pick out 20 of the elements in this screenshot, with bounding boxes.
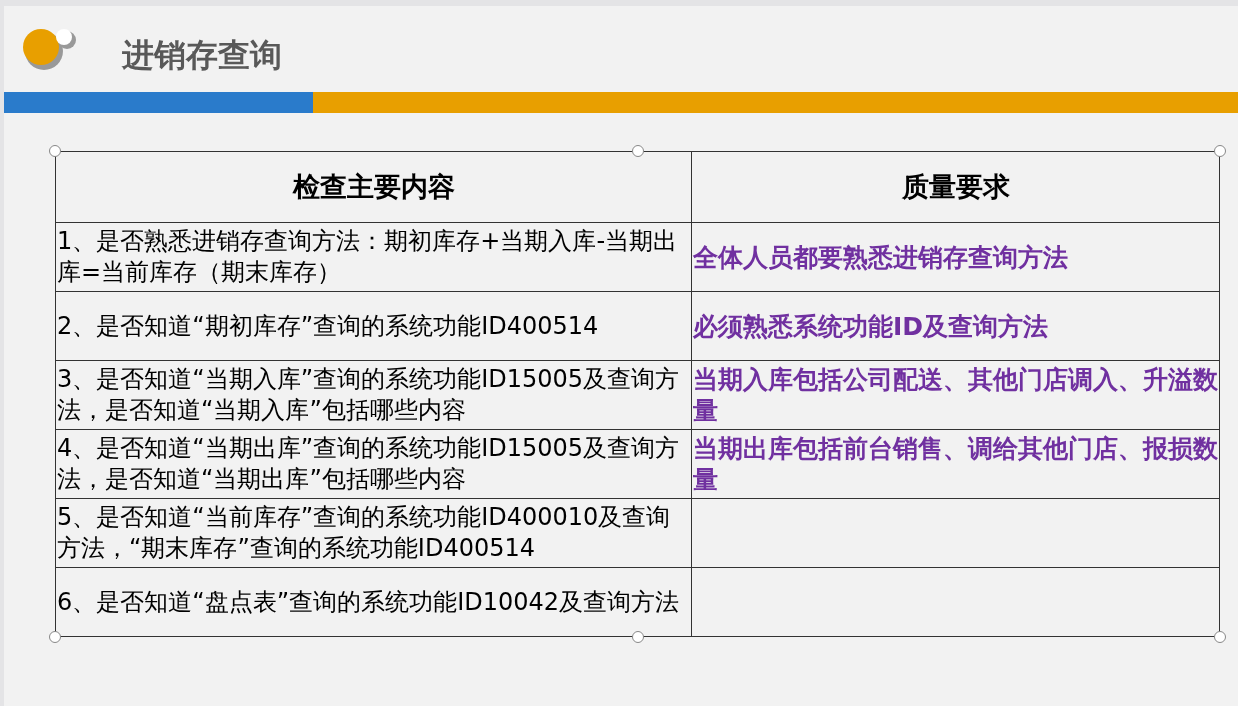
table-cell: 6、是否知道“盘点表”查询的系统功能ID10042及查询方法 [55, 567, 692, 637]
table-cell: 5、是否知道“当前库存”查询的系统功能ID400010及查询方法，“期末库存”查询的系统功能ID400514 [55, 498, 692, 568]
selection-handle[interactable] [631, 145, 644, 157]
table-cell: 1、是否熟悉进销存查询方法：期初库存+当期入库-当期出库=当前库存（期末库存） [55, 222, 692, 292]
slide-title: 进销存查询 [122, 35, 282, 76]
column-header: 检查主要内容 [55, 151, 692, 223]
selection-handle[interactable] [49, 145, 61, 157]
column-header: 质量要求 [691, 151, 1220, 223]
table-cell: 4、是否知道“当期出库”查询的系统功能ID15005及查询方法，是否知道“当期出库”包括哪些内容 [55, 429, 692, 499]
selection-handle[interactable] [1214, 145, 1226, 157]
table-cell: 当期出库包括前台销售、调给其他门店、报损数量 [691, 429, 1220, 499]
table-cell: 全体人员都要熟悉进销存查询方法 [691, 222, 1220, 292]
table-cell: 当期入库包括公司配送、其他门店调入、升溢数量 [691, 360, 1220, 430]
selection-handle[interactable] [49, 631, 61, 643]
table-cell: 3、是否知道“当期入库”查询的系统功能ID15005及查询方法，是否知道“当期入库”包括哪些内容 [55, 360, 692, 430]
circles-logo-icon [22, 27, 76, 71]
table-cell: 2、是否知道“期初库存”查询的系统功能ID400514 [55, 291, 692, 361]
selection-handle[interactable] [631, 631, 644, 643]
selection-handle[interactable] [1214, 631, 1226, 643]
table-cell: 必须熟悉系统功能ID及查询方法 [691, 291, 1220, 361]
